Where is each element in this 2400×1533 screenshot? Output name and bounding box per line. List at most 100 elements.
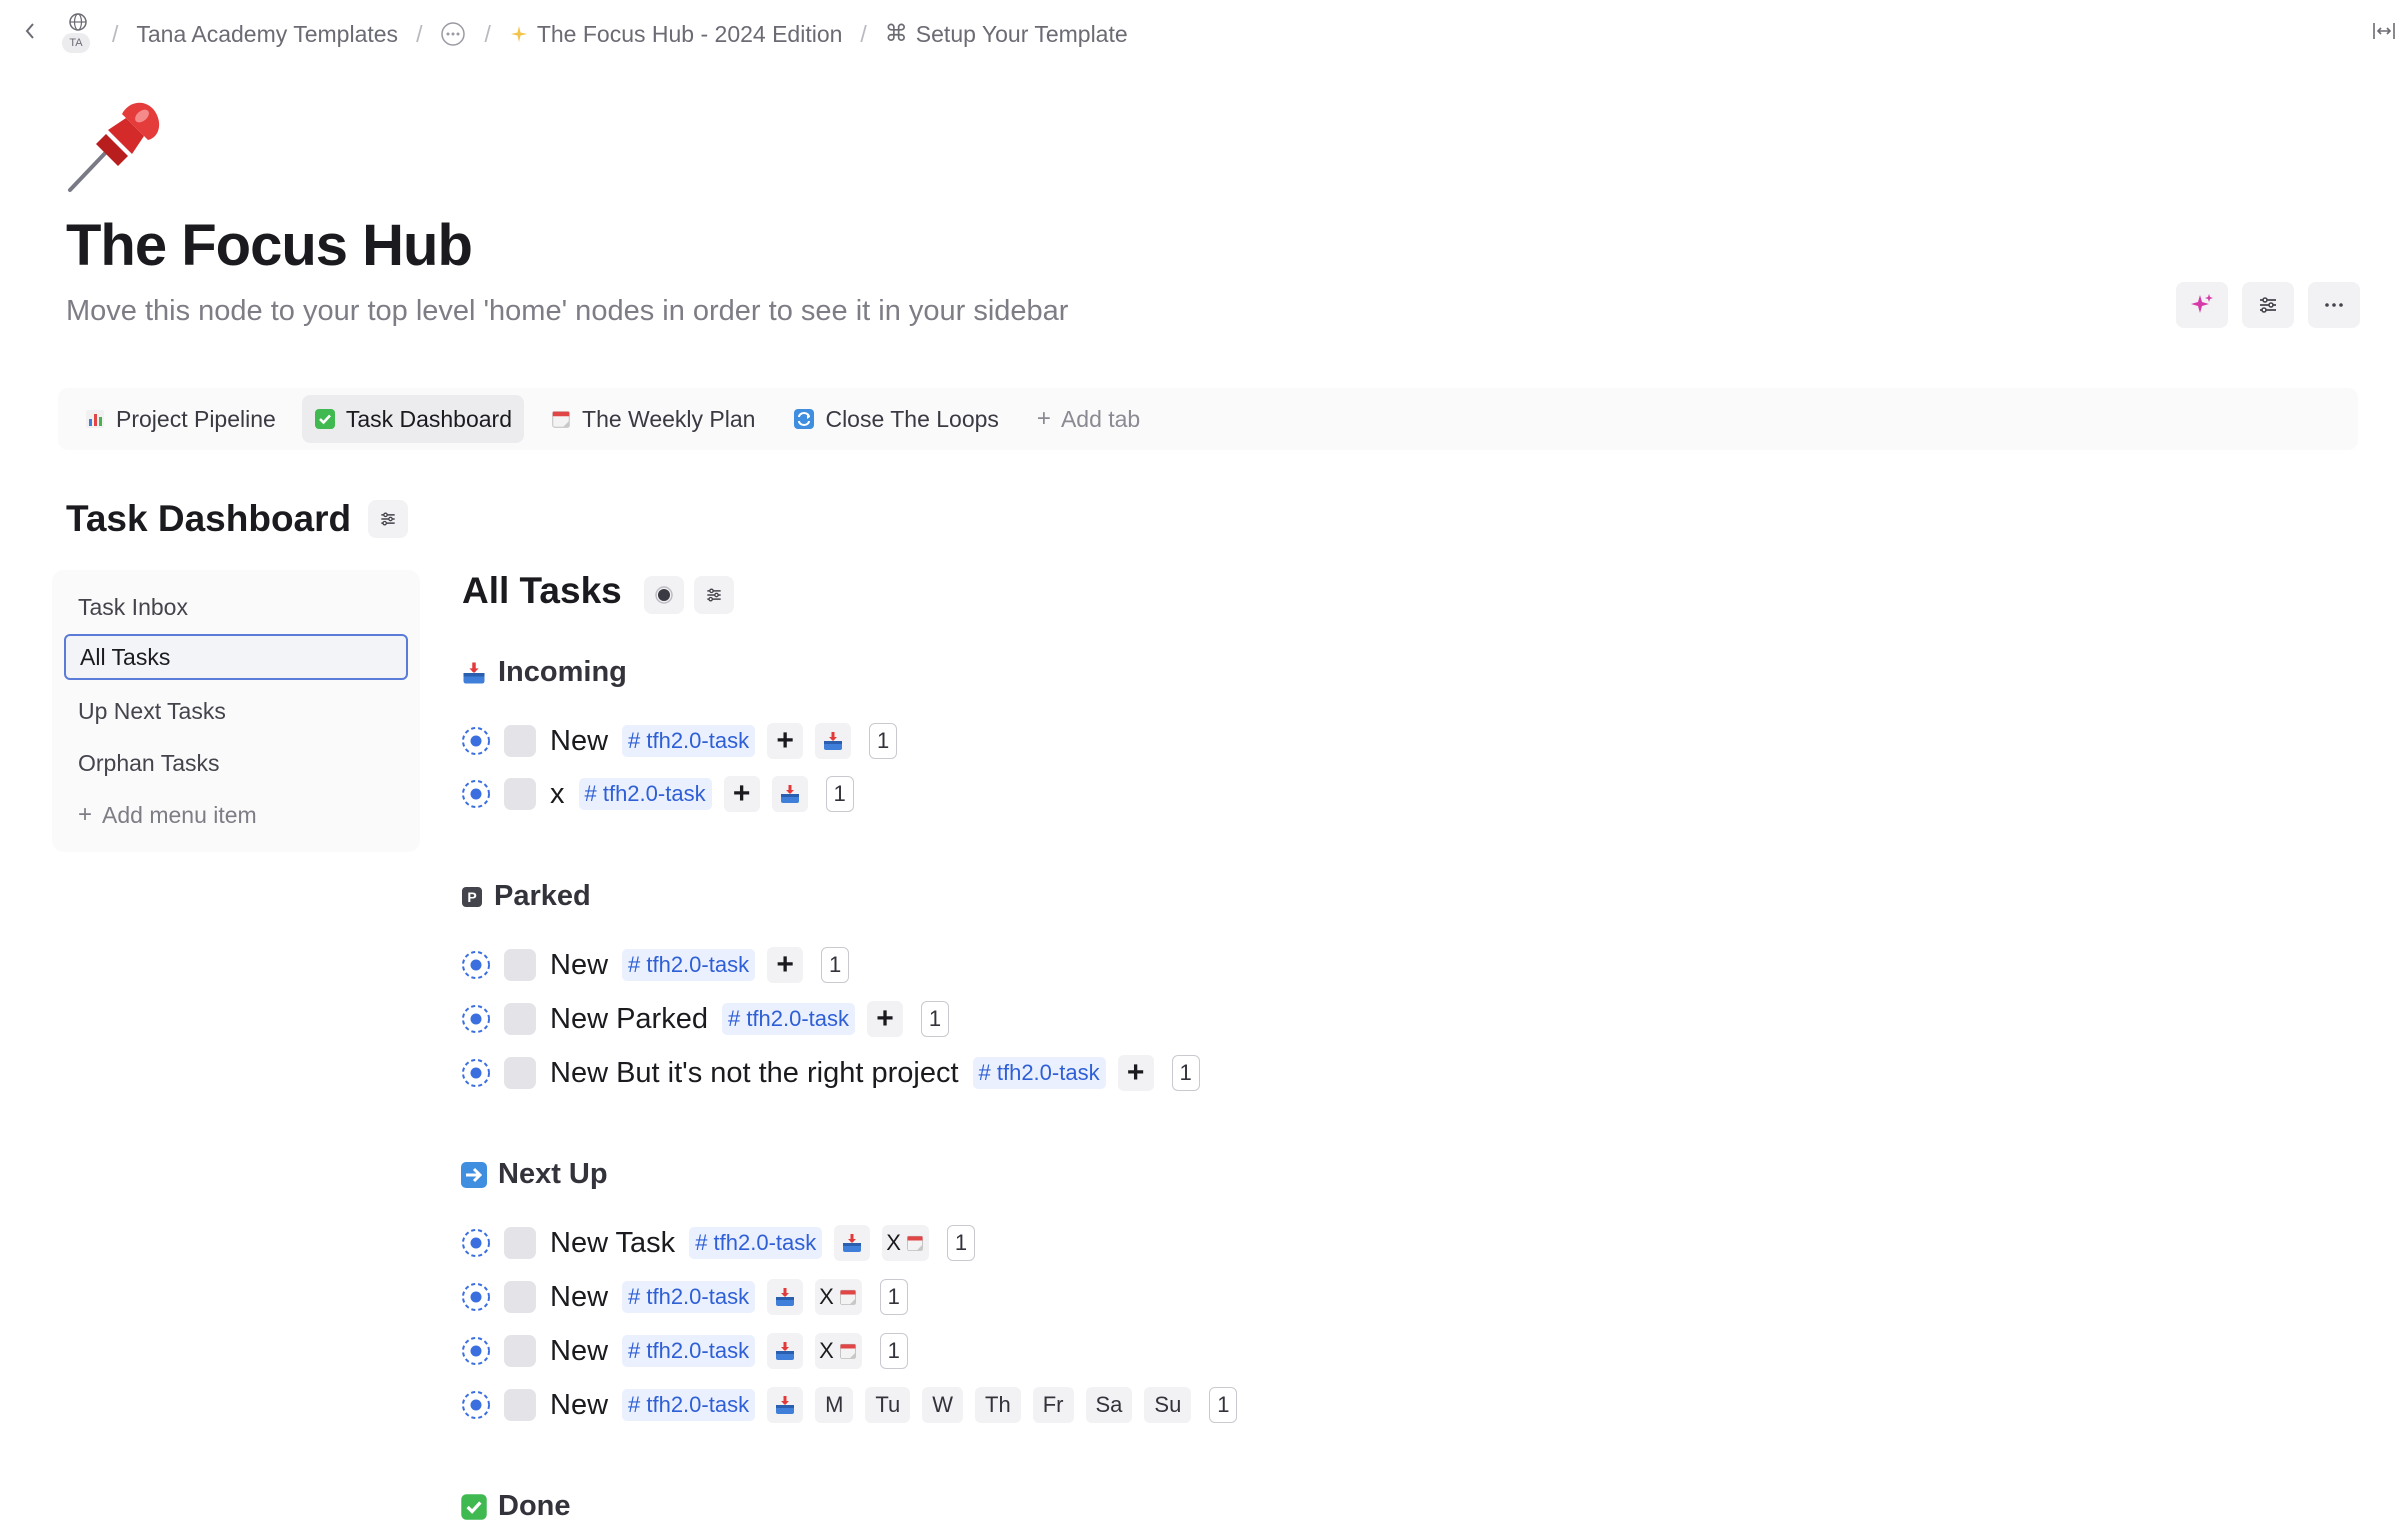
tab-project-pipeline[interactable]: Project Pipeline xyxy=(72,395,288,443)
task-title[interactable]: New xyxy=(550,1389,608,1422)
ai-assist-button[interactable] xyxy=(2176,282,2228,328)
supertag[interactable]: # tfh2.0-task xyxy=(689,1227,823,1259)
task-title[interactable]: New xyxy=(550,725,608,758)
command-icon: ⌘ xyxy=(884,21,908,47)
dashboard-settings-button[interactable] xyxy=(368,500,408,538)
status-chip[interactable] xyxy=(815,723,852,759)
group-header-next-up[interactable]: Next Up xyxy=(460,1158,608,1191)
schedule-chip[interactable]: X xyxy=(882,1225,929,1261)
group-header-incoming[interactable]: Incoming xyxy=(460,656,627,689)
menu-item-up-next[interactable]: Up Next Tasks xyxy=(64,688,408,734)
task-checkbox[interactable] xyxy=(504,1389,536,1421)
task-checkbox[interactable] xyxy=(504,1335,536,1367)
task-checkbox[interactable] xyxy=(504,725,536,757)
node-bullet-icon[interactable] xyxy=(460,949,492,981)
node-bullet-icon[interactable] xyxy=(460,1281,492,1313)
add-field-button[interactable]: + xyxy=(867,1001,904,1037)
task-checkbox[interactable] xyxy=(504,1057,536,1089)
schedule-chip[interactable]: X xyxy=(815,1279,862,1315)
node-bullet-icon[interactable] xyxy=(460,725,492,757)
child-count-badge[interactable]: 1 xyxy=(821,947,850,983)
status-chip[interactable] xyxy=(834,1225,871,1261)
task-checkbox[interactable] xyxy=(504,1003,536,1035)
menu-item-orphan-tasks[interactable]: Orphan Tasks xyxy=(64,740,408,786)
right-arrow-icon xyxy=(461,1161,487,1188)
view-type-button[interactable] xyxy=(644,576,684,614)
day-chip-tuesday[interactable]: Tu xyxy=(865,1387,911,1423)
breadcrumb-item-focus-hub[interactable]: The Focus Hub - 2024 Edition xyxy=(509,21,842,48)
page-settings-button[interactable] xyxy=(2242,282,2294,328)
node-bullet-icon[interactable] xyxy=(460,1335,492,1367)
node-bullet-icon[interactable] xyxy=(460,778,492,810)
child-count-badge[interactable]: 1 xyxy=(879,1333,908,1369)
node-bullet-icon[interactable] xyxy=(460,1389,492,1421)
child-count-badge[interactable]: 1 xyxy=(946,1225,975,1261)
group-label: Next Up xyxy=(498,1158,608,1190)
task-checkbox[interactable] xyxy=(504,949,536,981)
tab-close-the-loops[interactable]: Close The Loops xyxy=(781,395,1010,443)
node-bullet-icon[interactable] xyxy=(460,1227,492,1259)
add-field-button[interactable]: + xyxy=(1117,1055,1154,1091)
breadcrumb-item-workspace[interactable]: Tana Academy Templates xyxy=(136,21,398,48)
supertag[interactable]: # tfh2.0-task xyxy=(622,949,756,981)
node-bullet-icon[interactable] xyxy=(460,1003,492,1035)
supertag[interactable]: # tfh2.0-task xyxy=(622,1389,756,1421)
add-field-button[interactable]: + xyxy=(723,776,760,812)
supertag[interactable]: # tfh2.0-task xyxy=(622,1281,756,1313)
task-title[interactable]: New But it's not the right project xyxy=(550,1057,959,1090)
menu-item-all-tasks[interactable]: All Tasks xyxy=(64,634,408,680)
status-chip[interactable] xyxy=(767,1279,804,1315)
breadcrumb-more-icon[interactable] xyxy=(440,21,466,47)
task-title[interactable]: New Task xyxy=(550,1227,675,1260)
child-count-badge[interactable]: 1 xyxy=(1171,1055,1200,1091)
workspace-badge[interactable]: TA xyxy=(60,11,94,57)
view-settings-button[interactable] xyxy=(694,576,734,614)
schedule-chip[interactable]: X xyxy=(815,1333,862,1369)
status-chip[interactable] xyxy=(767,1333,804,1369)
supertag[interactable]: # tfh2.0-task xyxy=(578,778,712,810)
add-tab-button[interactable]: + Add tab xyxy=(1025,395,1152,443)
task-title[interactable]: New xyxy=(550,1281,608,1314)
status-chip[interactable] xyxy=(771,776,808,812)
tab-weekly-plan[interactable]: The Weekly Plan xyxy=(538,395,767,443)
more-options-button[interactable] xyxy=(2308,282,2360,328)
tab-task-dashboard[interactable]: Task Dashboard xyxy=(301,395,525,443)
day-chip-monday[interactable]: M xyxy=(815,1387,854,1423)
add-field-button[interactable]: + xyxy=(767,723,804,759)
add-menu-item-button[interactable]: + Add menu item xyxy=(64,792,408,838)
add-field-button[interactable]: + xyxy=(767,947,804,983)
task-title[interactable]: x xyxy=(550,778,565,811)
day-chip-saturday[interactable]: Sa xyxy=(1085,1387,1133,1423)
task-title[interactable]: New Parked xyxy=(550,1003,708,1036)
inbox-tray-icon xyxy=(840,1231,864,1255)
task-checkbox[interactable] xyxy=(504,1281,536,1313)
child-count-badge[interactable]: 1 xyxy=(879,1279,908,1315)
child-count-badge[interactable]: 1 xyxy=(869,723,898,759)
group-header-done[interactable]: Done xyxy=(460,1490,571,1523)
day-chip-thursday[interactable]: Th xyxy=(975,1387,1021,1423)
group-header-parked[interactable]: P Parked xyxy=(460,880,591,913)
breadcrumb-item-setup[interactable]: ⌘ Setup Your Template xyxy=(885,21,1128,48)
supertag[interactable]: # tfh2.0-task xyxy=(622,725,756,757)
task-title[interactable]: New xyxy=(550,949,608,982)
pushpin-icon[interactable] xyxy=(62,86,172,196)
expand-width-icon[interactable] xyxy=(2372,20,2396,42)
child-count-badge[interactable]: 1 xyxy=(1209,1387,1238,1423)
supertag[interactable]: # tfh2.0-task xyxy=(972,1057,1106,1089)
status-chip[interactable] xyxy=(767,1387,804,1423)
task-checkbox[interactable] xyxy=(504,778,536,810)
bar-chart-icon xyxy=(86,410,104,428)
child-count-badge[interactable]: 1 xyxy=(825,776,854,812)
child-count-badge[interactable]: 1 xyxy=(921,1001,950,1037)
supertag[interactable]: # tfh2.0-task xyxy=(622,1335,756,1367)
menu-item-task-inbox[interactable]: Task Inbox xyxy=(64,584,408,630)
task-title[interactable]: New xyxy=(550,1335,608,1368)
task-checkbox[interactable] xyxy=(504,1227,536,1259)
breadcrumb-separator: / xyxy=(860,20,867,47)
back-chevron-icon[interactable] xyxy=(22,20,38,42)
day-chip-friday[interactable]: Fr xyxy=(1032,1387,1074,1423)
supertag[interactable]: # tfh2.0-task xyxy=(721,1003,856,1035)
day-chip-wednesday[interactable]: W xyxy=(922,1387,964,1423)
node-bullet-icon[interactable] xyxy=(460,1057,492,1089)
day-chip-sunday[interactable]: Su xyxy=(1144,1387,1192,1423)
